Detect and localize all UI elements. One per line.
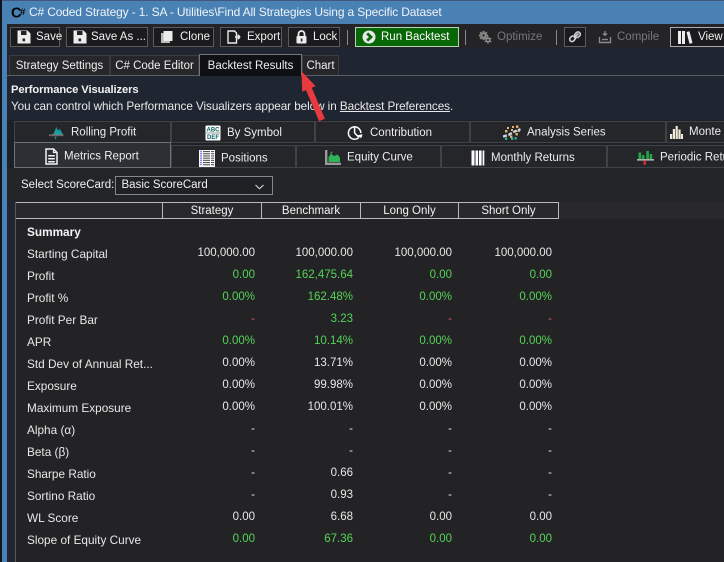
svg-text:DEF: DEF xyxy=(207,135,219,141)
svg-text:ABC: ABC xyxy=(207,128,221,134)
